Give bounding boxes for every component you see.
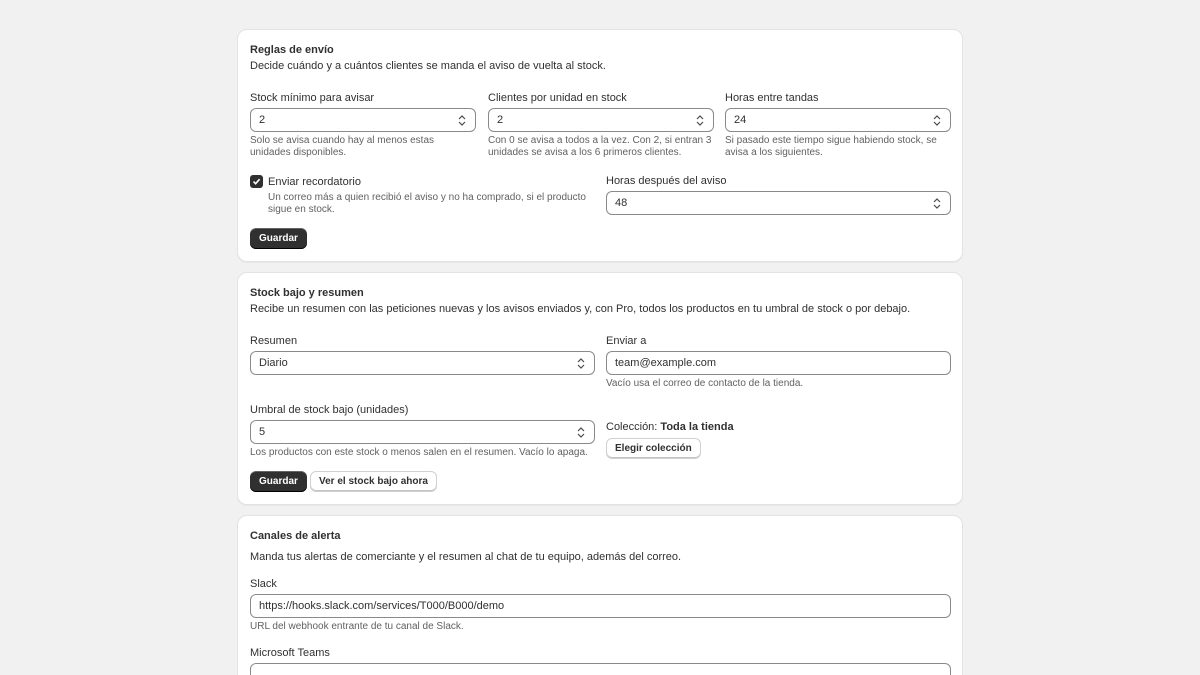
- save-button[interactable]: Guardar: [250, 228, 307, 249]
- hours-between-help: Si pasado este tiempo sigue habiendo sto…: [725, 135, 937, 158]
- up-down-arrows-icon[interactable]: [576, 423, 586, 441]
- slack-label: Slack: [250, 578, 277, 590]
- clients-per-unit-label: Clientes por unidad en stock: [488, 92, 627, 104]
- threshold-input[interactable]: 5: [250, 420, 595, 444]
- send-to-label: Enviar a: [606, 335, 647, 347]
- choose-collection-button[interactable]: Elegir colección: [606, 438, 701, 459]
- up-down-arrows-icon[interactable]: [695, 111, 705, 129]
- min-stock-label: Stock mínimo para avisar: [250, 92, 375, 104]
- slack-webhook-input[interactable]: https://hooks.slack.com/services/T000/B0…: [250, 594, 951, 618]
- min-stock-help: Solo se avisa cuando hay al menos estas …: [250, 135, 434, 158]
- checkmark-icon: [252, 178, 261, 185]
- card-description: Recibe un resumen con las peticiones nue…: [250, 303, 911, 315]
- card-description: Manda tus alertas de comerciante y el re…: [250, 551, 682, 563]
- reminder-label[interactable]: Enviar recordatorio: [268, 175, 361, 189]
- teams-webhook-input[interactable]: [250, 663, 951, 675]
- card-title: Reglas de envío: [250, 44, 334, 56]
- hours-between-value: 24: [734, 114, 747, 126]
- teams-label: Microsoft Teams: [250, 647, 330, 659]
- view-low-stock-button[interactable]: Ver el stock bajo ahora: [310, 471, 437, 492]
- clients-per-unit-help: Con 0 se avisa a todos a la vez. Con 2, …: [488, 135, 712, 158]
- alert-channels-card: Canales de alerta Manda tus alertas de c…: [237, 515, 963, 675]
- page: Reglas de envío Decide cuándo y a cuánto…: [0, 0, 1200, 675]
- threshold-help: Los productos con este stock o menos sal…: [250, 447, 588, 458]
- hours-after-label: Horas después del aviso: [606, 175, 727, 187]
- clients-per-unit-value: 2: [497, 114, 504, 126]
- up-down-arrows-icon[interactable]: [457, 111, 467, 129]
- slack-help: URL del webhook entrante de tu canal de …: [250, 621, 464, 632]
- reminder-checkbox[interactable]: [250, 175, 263, 188]
- hours-between-input[interactable]: 24: [725, 108, 951, 132]
- hours-between-label: Horas entre tandas: [725, 92, 819, 104]
- reminder-help: Un correo más a quien recibió el aviso y…: [268, 192, 586, 215]
- send-to-help: Vacío usa el correo de contacto de la ti…: [606, 378, 804, 389]
- hours-after-input[interactable]: 48: [606, 191, 951, 215]
- collection-line: Colección: Toda la tienda: [606, 420, 734, 434]
- collection-value: Toda la tienda: [660, 421, 734, 433]
- low-stock-card: Stock bajo y resumen Recibe un resumen c…: [237, 272, 963, 505]
- summary-label: Resumen: [250, 335, 298, 347]
- up-down-arrows-icon[interactable]: [932, 194, 942, 212]
- collection-label: Colección:: [606, 421, 658, 433]
- up-down-arrows-icon[interactable]: [932, 111, 942, 129]
- min-stock-input[interactable]: 2: [250, 108, 476, 132]
- threshold-label: Umbral de stock bajo (unidades): [250, 404, 409, 416]
- hours-after-value: 48: [615, 197, 628, 209]
- send-to-value: team@example.com: [615, 357, 717, 369]
- clients-per-unit-input[interactable]: 2: [488, 108, 714, 132]
- summary-value: Diario: [259, 357, 288, 369]
- min-stock-value: 2: [259, 114, 266, 126]
- summary-select[interactable]: Diario: [250, 351, 595, 375]
- card-title: Stock bajo y resumen: [250, 287, 364, 299]
- save-button[interactable]: Guardar: [250, 471, 307, 492]
- card-title: Canales de alerta: [250, 530, 341, 542]
- chevron-up-down-icon: [576, 354, 586, 372]
- shipping-rules-card: Reglas de envío Decide cuándo y a cuánto…: [237, 29, 963, 262]
- slack-webhook-value: https://hooks.slack.com/services/T000/B0…: [259, 600, 505, 612]
- threshold-value: 5: [259, 426, 266, 438]
- send-to-input[interactable]: team@example.com: [606, 351, 951, 375]
- card-description: Decide cuándo y a cuántos clientes se ma…: [250, 60, 606, 72]
